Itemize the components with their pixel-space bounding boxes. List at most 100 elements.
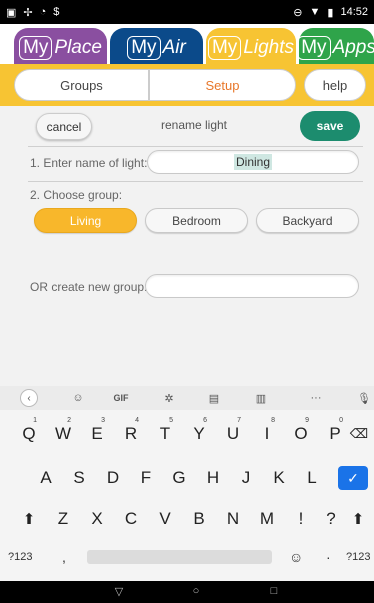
key-r[interactable]: R4 [114, 416, 148, 452]
key-r-num: 4 [135, 417, 139, 424]
key-comma[interactable]: , [62, 549, 66, 565]
navigation-bar: ▽ ○ □ [0, 581, 374, 603]
app-tab-bar: My Place My Air My Lights My Apps [0, 24, 374, 68]
key-u-num: 7 [237, 417, 241, 424]
tab-myair[interactable]: My Air [110, 28, 203, 68]
circle-minus-icon: ⊖ [293, 6, 303, 19]
tab-mylights-label: Lights [243, 37, 295, 58]
key-o[interactable]: O9 [284, 416, 318, 452]
tab-setup[interactable]: Setup [149, 69, 296, 101]
key-question[interactable]: ? [314, 501, 348, 537]
key-d[interactable]: D [96, 460, 130, 496]
sticker-icon[interactable]: ☺ [68, 390, 88, 406]
key-k[interactable]: K [262, 460, 296, 496]
gif-button[interactable]: GIF [111, 390, 131, 406]
key-c[interactable]: C [114, 501, 148, 537]
tab-myapps-label: Apps [332, 37, 374, 58]
dollar-icon: $ [53, 6, 60, 18]
backspace-icon[interactable]: ⌫ [346, 416, 372, 452]
tab-myair-label: Air [162, 37, 186, 58]
key-l[interactable]: L [295, 460, 329, 496]
key-f[interactable]: F [129, 460, 163, 496]
key-r-label: R [124, 424, 138, 443]
key-m[interactable]: M [250, 501, 284, 537]
key-y-num: 6 [203, 417, 207, 424]
key-q-num: 1 [33, 417, 37, 424]
key-b[interactable]: B [182, 501, 216, 537]
key-w-label: W [54, 424, 72, 443]
enter-check-icon[interactable]: ✓ [338, 466, 368, 490]
key-u[interactable]: U7 [216, 416, 250, 452]
tab-myplace-prefix: My [19, 36, 53, 60]
key-exclaim[interactable]: ! [284, 501, 318, 537]
key-j[interactable]: J [229, 460, 263, 496]
symbols-key-right[interactable]: ?123 [346, 551, 370, 563]
mic-icon[interactable]: 🎙 [354, 390, 374, 406]
key-t-label: T [159, 424, 171, 443]
key-y[interactable]: Y6 [182, 416, 216, 452]
key-h[interactable]: H [196, 460, 230, 496]
key-i-num: 8 [271, 417, 275, 424]
key-w[interactable]: W2 [46, 416, 80, 452]
chevron-left-icon[interactable]: ‹ [20, 389, 38, 407]
key-t[interactable]: T5 [148, 416, 182, 452]
key-o-num: 9 [305, 417, 309, 424]
tab-myplace[interactable]: My Place [14, 28, 107, 68]
key-t-num: 5 [169, 417, 173, 424]
key-g[interactable]: G [162, 460, 196, 496]
group-button-backyard[interactable]: Backyard [256, 208, 359, 233]
tab-myapps[interactable]: My Apps [297, 28, 374, 68]
key-q-label: Q [22, 424, 36, 443]
new-group-input[interactable] [145, 274, 359, 298]
light-name-input[interactable]: Dining [147, 150, 359, 174]
more-icon[interactable]: ··· [306, 390, 326, 406]
key-u-label: U [226, 424, 240, 443]
status-bar: ▣ ✢ ◔ $ ⊖ ▼ ▮ 14:52 [0, 0, 374, 24]
cancel-button[interactable]: cancel [36, 113, 92, 140]
back-triangle-icon[interactable]: ▽ [111, 585, 127, 598]
shift-right-icon[interactable]: ⬆ [344, 501, 372, 537]
key-v[interactable]: V [148, 501, 182, 537]
light-name-value: Dining [233, 154, 273, 170]
save-button[interactable]: save [300, 111, 360, 141]
status-time: 14:52 [340, 6, 368, 18]
key-z[interactable]: Z [46, 501, 80, 537]
tab-groups[interactable]: Groups [14, 69, 149, 101]
key-e[interactable]: E3 [80, 416, 114, 452]
wifi-icon: ▼ [309, 6, 321, 18]
clipboard-icon[interactable]: ▥ [251, 390, 271, 406]
tab-myplace-label: Place [54, 37, 102, 58]
help-button[interactable]: help [304, 69, 366, 101]
home-circle-icon[interactable]: ○ [188, 585, 204, 597]
group-button-living[interactable]: Living [34, 208, 137, 233]
tab-myapps-prefix: My [297, 36, 331, 60]
divider [28, 181, 363, 182]
fan-icon: ✢ [23, 6, 33, 19]
symbols-key-left[interactable]: ?123 [8, 551, 32, 563]
shift-left-icon[interactable]: ⬆ [12, 501, 46, 537]
key-i[interactable]: I8 [250, 416, 284, 452]
key-a[interactable]: A [29, 460, 63, 496]
key-o-label: O [294, 424, 308, 443]
divider [28, 146, 363, 147]
keyboard: ‹ ☺ GIF ✲ ▤ ▥ ··· 🎙 Q1 W2 E3 R4 T5 Y6 U7… [0, 386, 374, 581]
gear-icon[interactable]: ✲ [159, 390, 179, 406]
key-i-label: I [264, 424, 270, 443]
tab-mylights-prefix: My [207, 36, 242, 60]
spacebar[interactable] [87, 550, 272, 564]
key-s[interactable]: S [62, 460, 96, 496]
tab-mylights[interactable]: My Lights [206, 28, 296, 68]
key-e-num: 3 [101, 417, 105, 424]
key-n[interactable]: N [216, 501, 250, 537]
key-period[interactable]: · [326, 549, 331, 565]
translate-icon[interactable]: ▤ [204, 390, 224, 406]
emoji-icon[interactable]: ☺ [289, 549, 303, 565]
group-label: 2. Choose group: [30, 188, 123, 202]
segment-bar: Groups Setup help [0, 64, 374, 106]
group-button-bedroom[interactable]: Bedroom [145, 208, 248, 233]
keyboard-toolbar: ‹ ☺ GIF ✲ ▤ ▥ ··· 🎙 [0, 386, 374, 410]
key-x[interactable]: X [80, 501, 114, 537]
recents-square-icon[interactable]: □ [266, 585, 282, 597]
key-q[interactable]: Q1 [12, 416, 46, 452]
key-w-num: 2 [67, 417, 71, 424]
